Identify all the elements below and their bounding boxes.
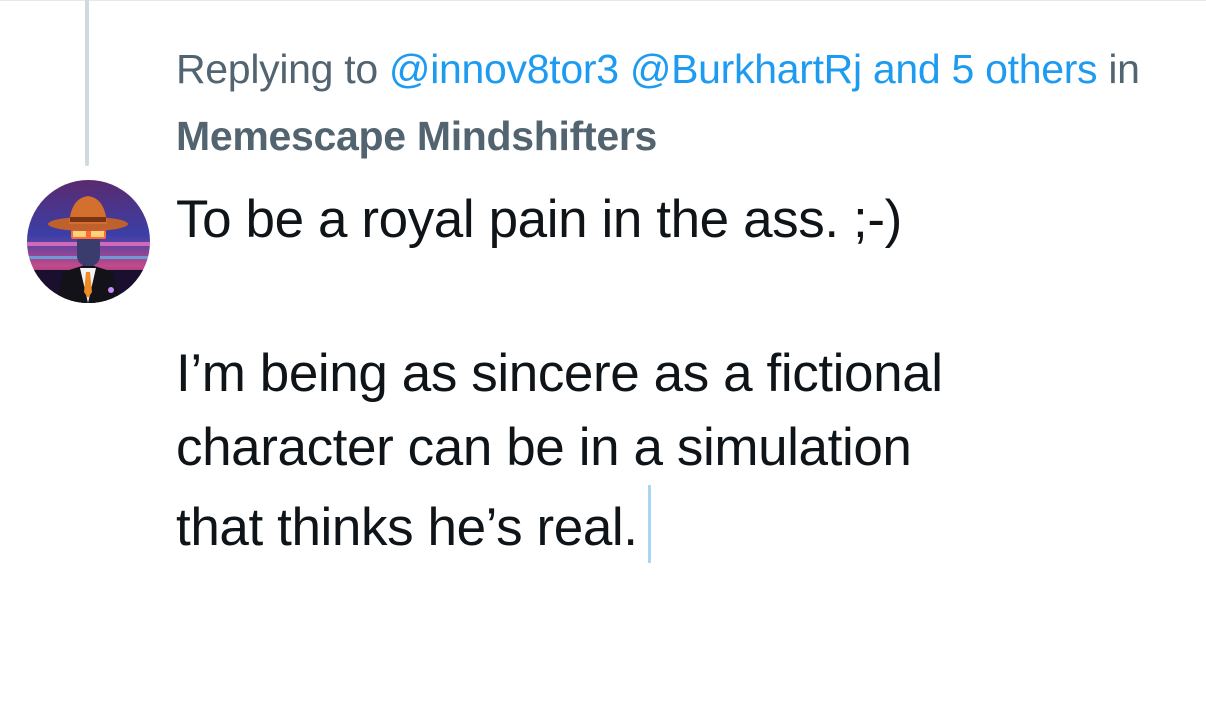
community-link[interactable]: Memescape Mindshifters — [176, 113, 657, 159]
tweet-paragraph: To be a royal pain in the ass. ;-) — [176, 190, 902, 249]
tweet-paragraph-line: character can be in a simulation — [176, 418, 912, 477]
tweet-paragraph-line: that thinks he’s real. — [176, 498, 638, 557]
in-label: in — [1108, 46, 1140, 92]
text-selection-caret — [647, 485, 651, 563]
thread-connector-line — [85, 0, 89, 166]
tweet-paragraph-line: I’m being as sincere as a fictional — [176, 344, 943, 403]
tweet-text: To be a royal pain in the ass. ;-) I’m b… — [176, 183, 1176, 565]
mention-link[interactable]: @BurkhartRj — [630, 46, 862, 92]
top-divider — [0, 0, 1206, 1]
replying-to-label: Replying to — [176, 46, 378, 92]
reply-context: Replying to @innov8tor3 @BurkhartRj and … — [176, 36, 1166, 170]
others-link[interactable]: and 5 others — [873, 46, 1098, 92]
avatar-image — [27, 180, 150, 303]
mention-link[interactable]: @innov8tor3 — [389, 46, 619, 92]
avatar[interactable] — [27, 180, 150, 303]
